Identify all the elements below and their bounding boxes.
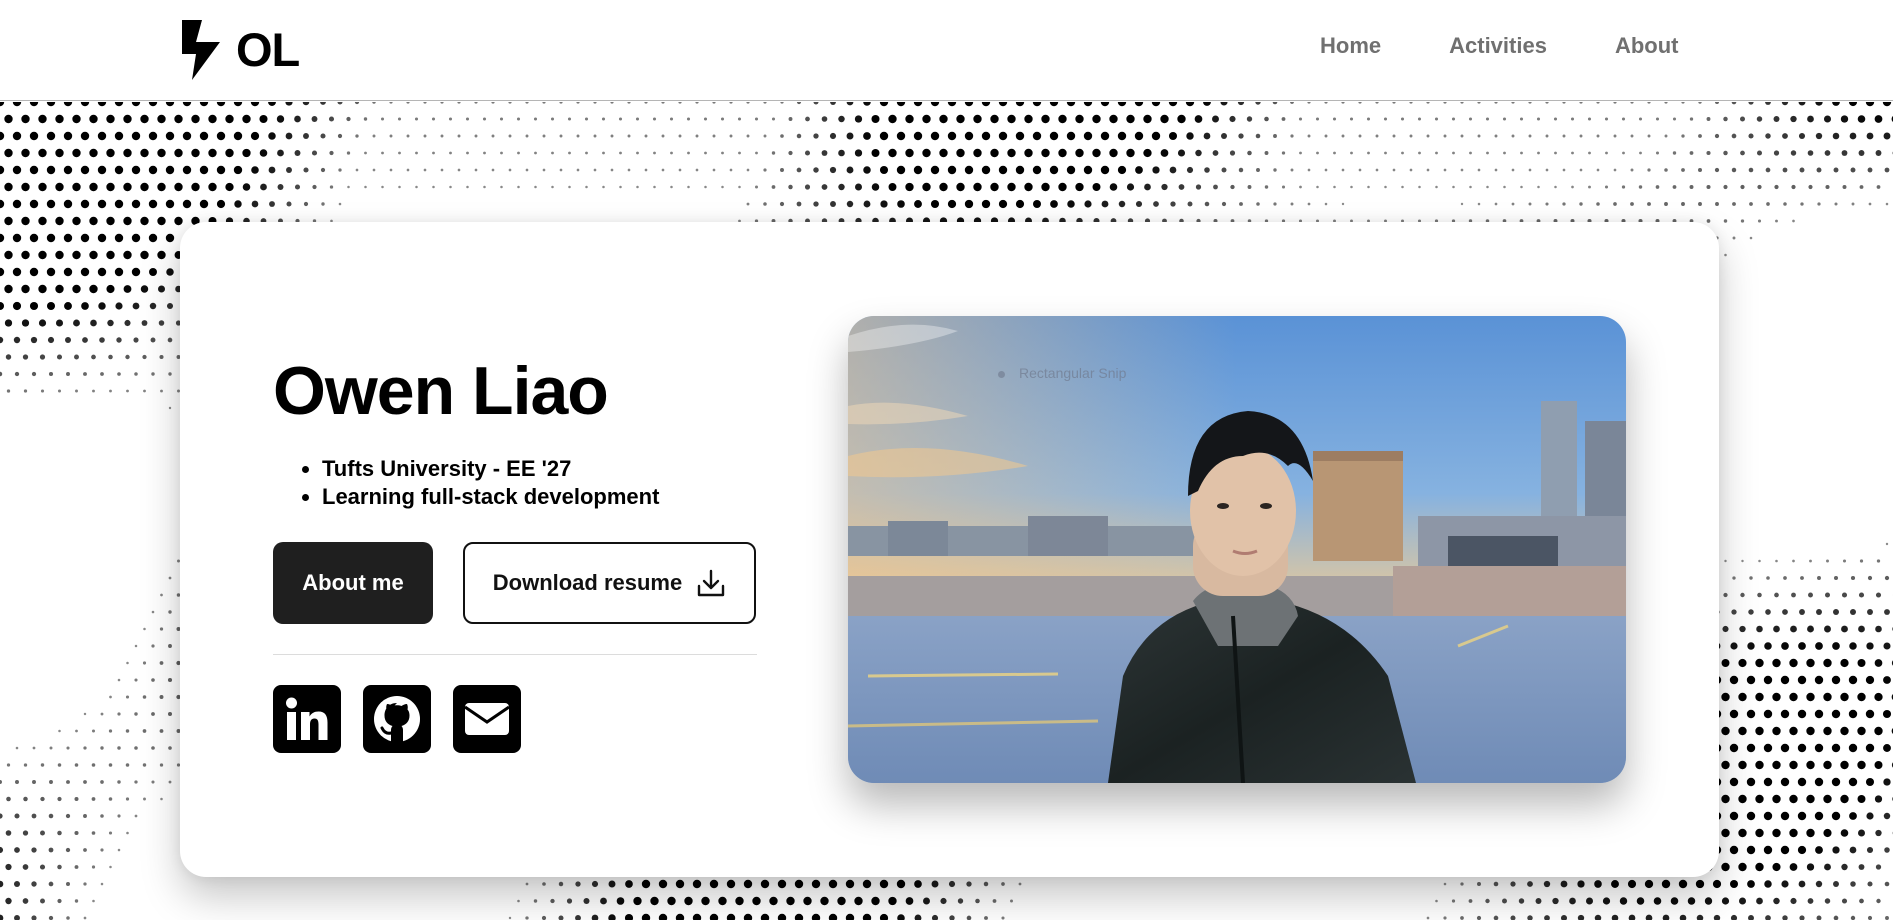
nav-link-about[interactable]: About — [1615, 33, 1679, 59]
intro-card: Owen Liao Tufts University - EE '27 Lear… — [180, 222, 1719, 877]
github-icon — [374, 696, 420, 742]
linkedin-icon — [286, 697, 328, 740]
brand-logo[interactable]: OL — [178, 18, 300, 80]
profile-photo: Rectangular Snip — [848, 316, 1626, 783]
about-me-button[interactable]: About me — [273, 542, 433, 624]
email-icon — [464, 703, 510, 735]
email-link[interactable] — [453, 685, 521, 753]
social-links — [273, 685, 543, 753]
nav-link-activities[interactable]: Activities — [1449, 33, 1547, 59]
hero-section: Owen Liao Tufts University - EE '27 Lear… — [0, 102, 1893, 920]
page-title: Owen Liao — [273, 353, 609, 429]
photo-caption: Rectangular Snip — [998, 365, 1126, 381]
download-resume-button[interactable]: Download resume — [463, 542, 756, 624]
fact-item-learning: Learning full-stack development — [322, 483, 659, 511]
github-link[interactable] — [363, 685, 431, 753]
linkedin-link[interactable] — [273, 685, 341, 753]
brand-text: OL — [236, 22, 300, 76]
facts-list: Tufts University - EE '27 Learning full-… — [322, 455, 659, 511]
navbar: OL Home Activities About — [0, 0, 1893, 101]
download-resume-label: Download resume — [492, 570, 683, 595]
download-icon — [698, 569, 725, 597]
lightning-bolt-icon — [182, 20, 220, 80]
nav-links: Home Activities About — [1320, 33, 1746, 59]
divider — [273, 654, 757, 655]
fact-item-school: Tufts University - EE '27 — [322, 455, 659, 483]
nav-link-home[interactable]: Home — [1320, 33, 1381, 59]
